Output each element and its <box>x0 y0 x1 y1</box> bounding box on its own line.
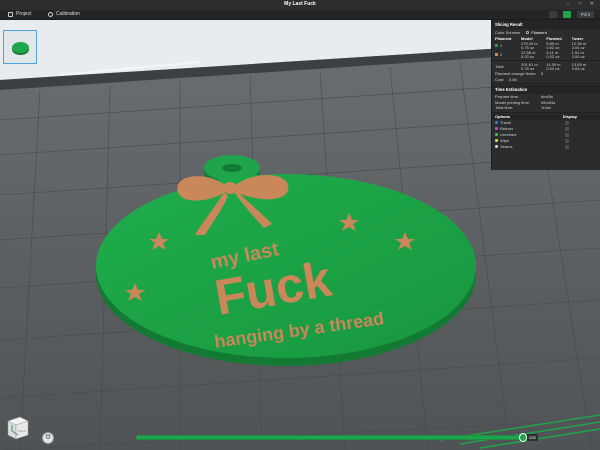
header-filament: Filament <box>495 35 512 41</box>
unretract-checkbox[interactable] <box>565 132 569 137</box>
close-icon[interactable]: ✕ <box>588 1 596 8</box>
title-bar: My Last Fuck – □ ✕ <box>0 0 600 10</box>
gear-icon: ⚙ <box>44 434 52 441</box>
filament-model: 279.33 m 0.75 oz <box>521 41 538 50</box>
total-time-label: Total time: <box>495 105 514 111</box>
prepare-time-label: Prepare time: <box>495 94 520 100</box>
filament-id: 1 <box>500 43 503 48</box>
tab-project-label: Project <box>16 11 32 17</box>
tab-calibration-label: Calibration <box>56 11 80 17</box>
filament-change-label: Filament change times: <box>495 71 537 77</box>
option-seams: Seams <box>492 144 600 150</box>
project-icon <box>8 11 13 17</box>
view-settings-button[interactable]: ⚙ <box>42 432 54 444</box>
tab-calibration[interactable]: Calibration <box>48 11 80 17</box>
total-time-row: Total time: 1h3m <box>492 105 600 111</box>
filament-table-header: Filament Model Flushed Tower <box>492 35 600 41</box>
seams-dot-icon <box>495 145 498 148</box>
wipe-dot-icon <box>495 139 498 142</box>
retract-checkbox[interactable] <box>565 126 569 131</box>
display-title: Display <box>562 114 577 119</box>
header-flushed: Flushed <box>546 35 562 41</box>
filament-flushed: 5.89 m 0.02 oz <box>546 41 560 50</box>
total-label: Total <box>495 64 504 69</box>
settings-icon[interactable] <box>548 11 557 18</box>
filament-flushed: 6.11 m 0.02 oz <box>546 50 560 59</box>
layer-slider[interactable] <box>136 433 527 442</box>
model-time-value: 56m34s <box>541 99 556 105</box>
seams-checkbox[interactable] <box>565 144 569 149</box>
filament-model: 12.58 m 0.03 oz <box>521 50 536 59</box>
window-title: My Last Fuck <box>284 1 316 7</box>
retract-dot-icon <box>495 127 498 130</box>
plate-thumbnail[interactable] <box>3 30 37 64</box>
cost-value: 0.66 <box>509 76 517 82</box>
filament-change-value: 5 <box>541 71 544 77</box>
menu-right-tools: Print <box>548 11 594 18</box>
model-time-label: Model printing time: <box>495 99 530 105</box>
time-estimation-title: Time Estimation <box>495 87 528 92</box>
table-row: 1 279.33 m 0.75 oz 5.89 m 0.02 oz 12.38 … <box>492 41 600 50</box>
option-label: Seams <box>500 144 513 149</box>
filament-tower: 1.51 m 0.00 oz <box>571 50 585 59</box>
color-scheme-value: Filament <box>531 29 547 35</box>
layer-value-label: 225 <box>527 434 538 441</box>
navcube-label: Front <box>18 429 25 433</box>
total-time-value: 1h3m <box>541 105 552 111</box>
slicing-result-panel: Slicing Result Color Scheme Filament Fil… <box>491 20 600 170</box>
filament-id: 2 <box>500 52 503 57</box>
maximize-icon[interactable]: □ <box>576 1 584 8</box>
total-tower: 13.89 m 0.04 oz <box>571 62 587 71</box>
total-model: 291.61 m 0.78 oz <box>521 62 538 71</box>
table-row: 2 12.58 m 0.03 oz 6.11 m 0.02 oz 1.51 m … <box>492 50 600 59</box>
options-title: Options <box>495 114 511 119</box>
model-thumbnail-icon <box>12 42 29 53</box>
travel-dot-icon <box>495 121 498 124</box>
options-section: Options Display Travel Retract Unretract… <box>492 113 600 150</box>
option-label: Retract <box>500 126 513 131</box>
color-scheme-label: Color Scheme <box>495 29 521 35</box>
filament-swatch <box>495 44 498 48</box>
prepare-time-value: 6m45s <box>541 94 554 100</box>
option-label: Wipe <box>500 138 510 143</box>
total-flushed: 11.99 m 0.03 oz <box>546 62 561 71</box>
filament-tower: 12.38 m 0.04 oz <box>571 41 587 50</box>
window-controls: – □ ✕ <box>564 1 596 8</box>
tab-project[interactable]: Project <box>8 11 32 17</box>
option-label: Travel <box>500 120 511 125</box>
travel-checkbox[interactable] <box>565 120 569 125</box>
filament-swatch <box>495 53 498 57</box>
cost-row: Cost: 0.66 <box>492 77 600 83</box>
layer-slider-fill <box>137 436 523 439</box>
header-model: Model <box>521 35 533 41</box>
unretract-dot-icon <box>495 133 498 136</box>
cost-label: Cost: <box>495 76 505 82</box>
dropdown-icon <box>526 30 530 34</box>
calibration-icon <box>48 11 53 17</box>
color-scheme-select[interactable]: Filament <box>526 29 547 35</box>
option-label: Unretract <box>500 132 517 137</box>
header-tower: Tower <box>571 35 584 41</box>
navigation-cube[interactable]: Front <box>6 413 30 441</box>
layer-slider-handle[interactable] <box>519 433 527 442</box>
total-row: Total 291.61 m 0.78 oz 11.99 m 0.03 oz 1… <box>492 62 600 71</box>
slice-icon[interactable] <box>562 11 571 18</box>
menu-bar: Project Calibration Print <box>0 10 600 20</box>
print-button[interactable]: Print <box>576 11 594 18</box>
slicing-result-title: Slicing Result <box>495 22 523 27</box>
wipe-checkbox[interactable] <box>565 138 569 143</box>
minimize-icon[interactable]: – <box>564 1 572 8</box>
